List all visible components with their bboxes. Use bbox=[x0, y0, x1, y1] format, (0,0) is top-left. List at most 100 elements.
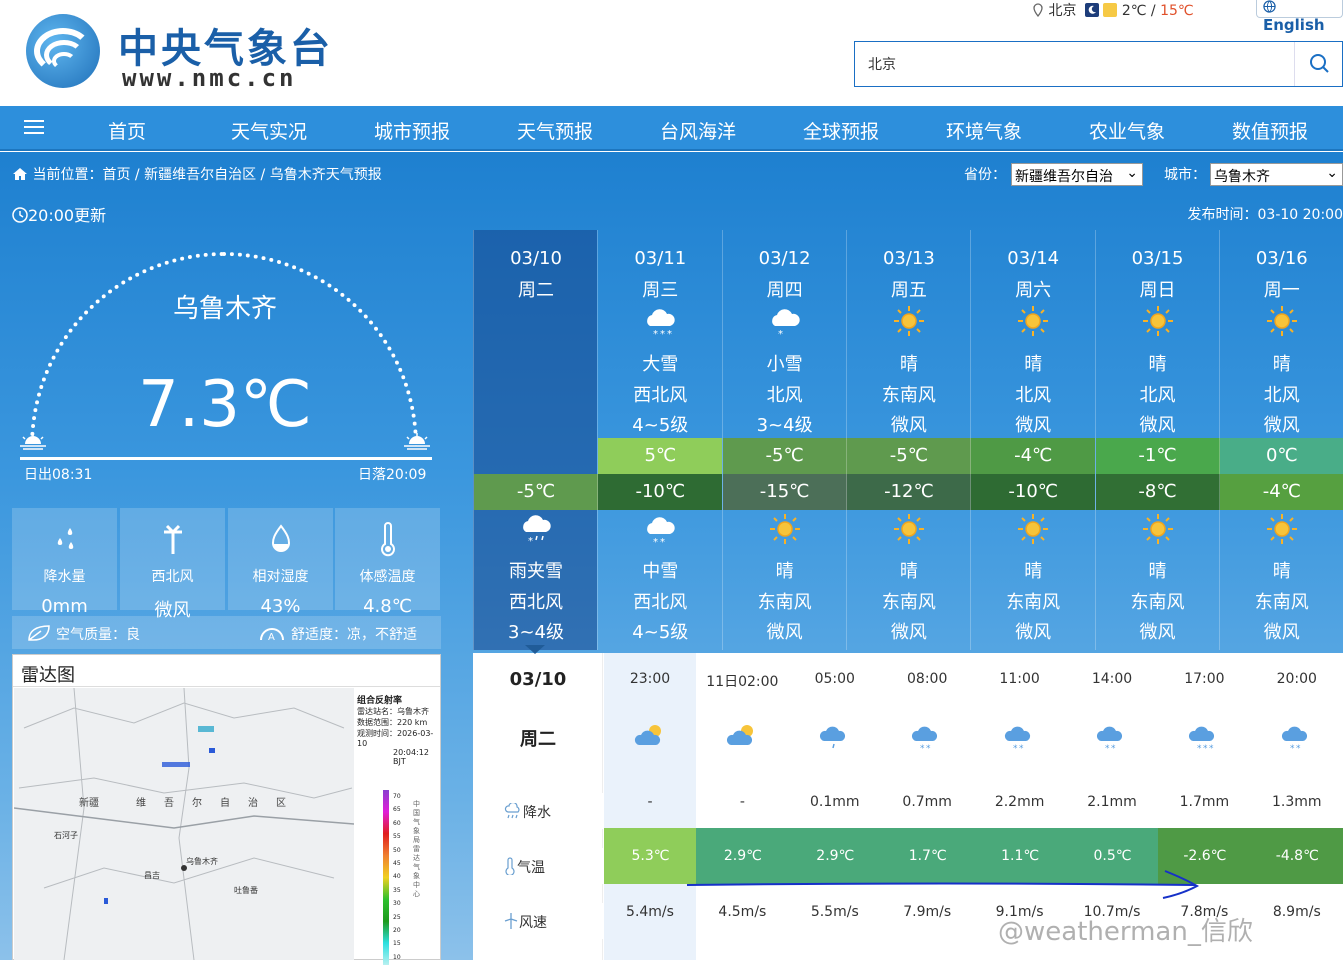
stat-value: 0mm bbox=[41, 596, 88, 617]
sunrise-icon bbox=[20, 433, 46, 450]
stat-value: 43% bbox=[260, 596, 301, 617]
rain-cloud-icon bbox=[504, 801, 520, 819]
forecast-day-03-11[interactable]: 03/11 周三 * * * 大雪 西北风 4~5级 5℃ -10℃ * * 中雪 西北风 4~5级 bbox=[597, 230, 723, 650]
thermometer-icon bbox=[380, 522, 395, 557]
map-place-shihezi: 石河子 bbox=[54, 830, 78, 840]
day-wind-direction: 北风 bbox=[1263, 385, 1300, 406]
snow-cloud-icon: * * bbox=[1095, 721, 1129, 754]
hour-time: 17:00 bbox=[1184, 671, 1225, 687]
breadcrumb-separator: / bbox=[256, 167, 270, 183]
night-weather: 晴 bbox=[1024, 561, 1043, 582]
hour-wind-speed: 5.5m/s bbox=[810, 904, 859, 920]
nav-item-environment[interactable]: 环境气象 bbox=[946, 117, 1022, 144]
legend-station: 雷达站名：乌鲁木齐 bbox=[357, 707, 429, 716]
high-temp: 0℃ bbox=[1219, 438, 1343, 474]
nav-item-global[interactable]: 全球预报 bbox=[803, 117, 879, 144]
scale-labels: 70 65 60 55 50 45 40 35 30 25 20 15 10 bbox=[393, 790, 401, 964]
day-wind-direction: 东南风 bbox=[881, 385, 936, 406]
breadcrumb-region[interactable]: 新疆维吾尔自治区 bbox=[144, 167, 256, 183]
svg-text:*: * bbox=[778, 329, 783, 338]
high-temp: -4℃ bbox=[971, 438, 1096, 474]
day-wind-force: 微风 bbox=[1015, 415, 1052, 436]
radar-panel: 雷达图 乌鲁木齐 昌吉 吐鲁番 石河子 新疆 维 吾 尔 自 治 区 组合反射率… bbox=[12, 654, 441, 965]
night-wind-direction: 东南风 bbox=[1006, 592, 1061, 613]
forecast-day-03-12[interactable]: 03/12 周四 * 小雪 北风 3~4级 -5℃ -15℃ 晴东南风 微风 bbox=[721, 230, 847, 650]
breadcrumb-home[interactable]: 首页 bbox=[102, 167, 130, 183]
map-region-char: 治 bbox=[248, 796, 258, 809]
nav-item-city-forecast[interactable]: 城市预报 bbox=[374, 117, 450, 144]
chevron-down-icon: ⌄ bbox=[1126, 165, 1138, 181]
temp-separator: / bbox=[1146, 3, 1161, 19]
night-wind-force: 微风 bbox=[766, 622, 803, 643]
nav-item-weather-forecast[interactable]: 天气预报 bbox=[517, 117, 593, 144]
hour-time: 14:00 bbox=[1091, 671, 1133, 687]
stat-label: 西北风 bbox=[151, 569, 194, 585]
hour-precip: 1.3mm bbox=[1272, 794, 1322, 810]
snow-cloud-icon: * * bbox=[910, 721, 944, 754]
scale-label: 20 bbox=[393, 927, 401, 935]
hourly-forecast: 03/10 周二 降水 气温 风速 5.3℃ 2.9℃ 2.9℃ 1.7℃ 1.1℃ 0.… bbox=[473, 645, 1343, 960]
precip-label: 降水 bbox=[523, 805, 551, 821]
forecast-day-03-16[interactable]: 03/16 周一晴北风 微风 0℃ -4℃ 晴东南风 微风 bbox=[1218, 230, 1343, 650]
stat-value: 4.8℃ bbox=[363, 596, 412, 617]
sun-icon bbox=[1264, 304, 1300, 338]
night-moderate-snow-icon: * * bbox=[642, 512, 678, 548]
nav-item-numerical[interactable]: 数值预报 bbox=[1232, 117, 1308, 144]
map-region-char: 尔 bbox=[192, 796, 202, 809]
search-button[interactable] bbox=[1294, 42, 1342, 86]
forecast-day-03-13[interactable]: 03/13 周五晴东南风 微风 -5℃ -12℃ 晴东南风 微风 bbox=[845, 230, 971, 650]
day-weekday: 周五 bbox=[890, 280, 927, 301]
site-header: 中央气象台 www.nmc.cn 北京 2℃ / 15℃ English bbox=[0, 0, 1343, 106]
svg-text:*: * bbox=[1209, 744, 1214, 751]
svg-text:*: * bbox=[1013, 744, 1018, 751]
forecast-day-03-14[interactable]: 03/14 周六晴北风 微风 -4℃ -10℃ 晴东南风 微风 bbox=[970, 230, 1096, 650]
day-weather: 晴 bbox=[1272, 354, 1291, 375]
scale-label: 50 bbox=[393, 846, 401, 854]
forecast-day-03-10[interactable]: 03/10 周二 -5℃ * 雨夹雪 西北风 3~4级 bbox=[473, 230, 598, 650]
radar-title: 雷达图 bbox=[13, 655, 440, 687]
search-input[interactable] bbox=[855, 42, 1295, 86]
comfort-text[interactable]: 舒适度：凉，不舒适 bbox=[291, 624, 417, 644]
night-weather: 雨夹雪 bbox=[509, 561, 563, 582]
top-weather-info: 北京 2℃ / 15℃ bbox=[1032, 0, 1194, 20]
leaf-icon bbox=[28, 625, 50, 641]
nav-item-typhoon[interactable]: 台风海洋 bbox=[660, 117, 736, 144]
province-value: 新疆维吾尔自治 bbox=[1015, 169, 1113, 185]
hour-time: 11日02:00 bbox=[706, 674, 779, 690]
low-temp: -10℃ bbox=[598, 474, 723, 510]
hour-wind-speed: 9.1m/s bbox=[995, 904, 1044, 920]
seven-day-forecast: 03/10 周二 -5℃ * 雨夹雪 西北风 3~4级 03/11 周三 * * * 大雪 西北风 4~5级… bbox=[473, 230, 1343, 650]
scale-label: 10 bbox=[393, 953, 401, 961]
day-date: 03/14 bbox=[1007, 248, 1060, 269]
nav-item-agriculture[interactable]: 农业气象 bbox=[1089, 117, 1165, 144]
radar-map[interactable]: 乌鲁木齐 昌吉 吐鲁番 石河子 新疆 维 吾 尔 自 治 区 bbox=[13, 687, 355, 961]
nav-item-home[interactable]: 首页 bbox=[108, 117, 146, 144]
breadcrumb: 当前位置：首页 / 新疆维吾尔自治区 / 乌鲁木齐天气预报 bbox=[12, 164, 382, 184]
search-icon bbox=[1310, 54, 1329, 73]
svg-text:*: * bbox=[660, 537, 665, 546]
map-region-char: 区 bbox=[276, 797, 286, 809]
low-temp: -12℃ bbox=[846, 474, 971, 510]
hamburger-menu-icon[interactable] bbox=[24, 120, 44, 136]
province-select[interactable]: 新疆维吾尔自治 ⌄ bbox=[1011, 163, 1143, 186]
forecast-day-03-15[interactable]: 03/15 周日晴北风 微风 -1℃ -8℃ 晴东南风 微风 bbox=[1094, 230, 1220, 650]
nmc-logo-icon[interactable] bbox=[26, 14, 100, 88]
low-temp: -8℃ bbox=[1095, 474, 1220, 510]
update-time: 20:00更新 bbox=[12, 202, 106, 226]
day-weather: 晴 bbox=[899, 354, 918, 375]
feels-like-stat: 体感温度 4.8℃ bbox=[335, 508, 440, 617]
scale-label: 45 bbox=[393, 860, 401, 868]
city-select[interactable]: 乌鲁木齐 ⌄ bbox=[1210, 163, 1343, 186]
scale-label: 35 bbox=[393, 886, 401, 894]
day-weather: 大雪 bbox=[642, 354, 679, 375]
day-wind-direction: 西北风 bbox=[633, 385, 688, 406]
location-name[interactable]: 北京 bbox=[1048, 3, 1076, 19]
scale-label: 40 bbox=[393, 873, 401, 881]
svg-text:*: * bbox=[653, 537, 658, 546]
partly-cloudy-icon bbox=[725, 721, 759, 751]
nav-item-observations[interactable]: 天气实况 bbox=[231, 117, 307, 144]
english-link[interactable]: English bbox=[1256, 0, 1343, 34]
hour-time: 23:00 bbox=[629, 671, 671, 687]
map-region-char: 自 bbox=[220, 796, 230, 809]
air-quality-text[interactable]: 空气质量：良 bbox=[56, 624, 140, 644]
